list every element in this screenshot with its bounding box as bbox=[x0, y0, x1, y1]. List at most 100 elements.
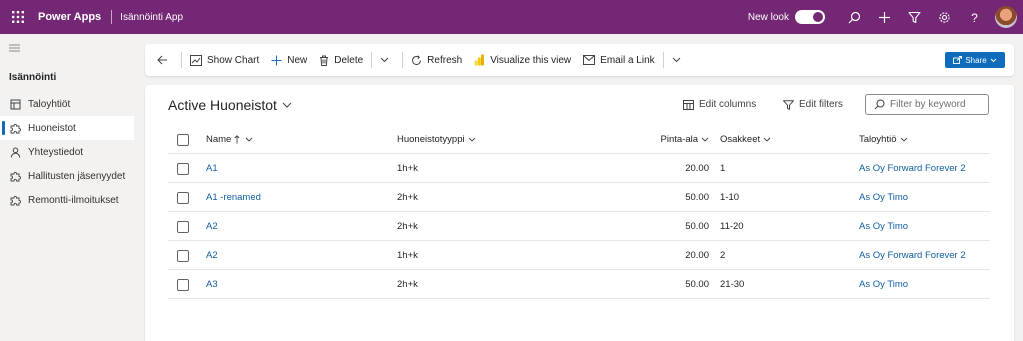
sort-ascending-icon bbox=[234, 135, 240, 144]
table-row[interactable]: A2 1h+k 20.00 2 As Oy Forward Forever 2 bbox=[168, 241, 990, 270]
cell-pinta-ala: 20.00 bbox=[685, 163, 709, 174]
view-selector[interactable]: Active Huoneistot bbox=[168, 97, 292, 113]
delete-more-dropdown[interactable] bbox=[374, 44, 400, 76]
cell-huoneistotyyppi: 1h+k bbox=[397, 163, 418, 174]
share-icon bbox=[953, 56, 963, 64]
search-button[interactable] bbox=[839, 0, 869, 34]
sidebar-item-remontti-ilmoitukset[interactable]: Remontti-ilmoitukset bbox=[0, 188, 134, 212]
show-chart-button[interactable]: Show Chart bbox=[184, 44, 265, 76]
record-name-link[interactable]: A2 bbox=[206, 241, 218, 270]
refresh-button[interactable]: Refresh bbox=[405, 44, 468, 76]
command-bar: Show Chart New Delete Refresh Visualize … bbox=[145, 44, 1014, 76]
sidebar-item-taloyhtiot[interactable]: Taloyhtiöt bbox=[0, 92, 134, 116]
row-checkbox[interactable] bbox=[177, 241, 189, 270]
puzzle-icon bbox=[9, 170, 21, 182]
power-bi-icon bbox=[474, 54, 485, 66]
view-title: Active Huoneistot bbox=[168, 97, 277, 113]
product-name[interactable]: Power Apps bbox=[38, 11, 101, 23]
table-row[interactable]: A1 -renamed 2h+k 50.00 1-10 As Oy Timo bbox=[168, 183, 990, 212]
column-header-name[interactable]: Name bbox=[206, 125, 253, 154]
add-button[interactable] bbox=[869, 0, 899, 34]
cell-pinta-ala: 50.00 bbox=[685, 221, 709, 232]
arrow-left-icon bbox=[157, 55, 167, 65]
delete-button[interactable]: Delete bbox=[313, 44, 369, 76]
sidebar-item-huoneistot[interactable]: Huoneistot bbox=[0, 116, 134, 140]
collapse-nav-button[interactable] bbox=[9, 44, 20, 55]
record-name-link[interactable]: A2 bbox=[206, 212, 218, 241]
share-button[interactable]: Share bbox=[945, 52, 1005, 68]
app-launcher-button[interactable] bbox=[4, 0, 32, 34]
more-commands-dropdown[interactable] bbox=[666, 44, 692, 76]
building-icon bbox=[9, 98, 21, 110]
column-header-pinta-ala[interactable]: Pinta-ala bbox=[657, 125, 709, 154]
person-icon bbox=[9, 146, 21, 158]
puzzle-icon bbox=[9, 122, 21, 134]
row-checkbox[interactable] bbox=[177, 183, 189, 212]
taloyhtio-lookup-link[interactable]: As Oy Timo bbox=[859, 270, 908, 299]
filter-icon bbox=[907, 11, 921, 23]
back-button[interactable] bbox=[145, 44, 179, 76]
column-header-osakkeet[interactable]: Osakkeet bbox=[720, 125, 771, 154]
new-button[interactable]: New bbox=[265, 44, 313, 76]
filter-button[interactable] bbox=[899, 0, 929, 34]
visualize-view-button[interactable]: Visualize this view bbox=[468, 44, 577, 76]
record-name-link[interactable]: A1 bbox=[206, 154, 218, 183]
row-checkbox[interactable] bbox=[177, 270, 189, 299]
taloyhtio-lookup-link[interactable]: As Oy Forward Forever 2 bbox=[859, 154, 966, 183]
hamburger-icon bbox=[9, 44, 20, 52]
user-avatar[interactable] bbox=[995, 6, 1017, 28]
waffle-icon bbox=[12, 11, 24, 23]
sidebar-item-label: Remontti-ilmoitukset bbox=[28, 194, 119, 206]
row-checkbox[interactable] bbox=[177, 154, 189, 183]
command-divider bbox=[402, 52, 404, 68]
row-checkbox[interactable] bbox=[177, 212, 189, 241]
filter-by-keyword-input[interactable]: Filter by keyword bbox=[865, 94, 989, 115]
plus-icon bbox=[271, 55, 282, 65]
sidebar-item-hallitusten-jasenyydet[interactable]: Hallitusten jäsenyydet bbox=[0, 164, 134, 188]
sidebar-item-label: Huoneistot bbox=[28, 122, 76, 134]
new-look-toggle[interactable] bbox=[795, 10, 825, 24]
record-name-link[interactable]: A3 bbox=[206, 270, 218, 299]
help-button[interactable]: ? bbox=[959, 0, 989, 34]
taloyhtio-lookup-link[interactable]: As Oy Timo bbox=[859, 212, 908, 241]
record-name-link[interactable]: A1 -renamed bbox=[206, 183, 261, 212]
cell-osakkeet: 11-20 bbox=[720, 221, 744, 232]
table-row[interactable]: A3 2h+k 50.00 21-30 As Oy Timo bbox=[168, 270, 990, 299]
cell-osakkeet: 21-30 bbox=[720, 279, 745, 290]
checkbox-box bbox=[177, 191, 189, 204]
column-header-huoneistotyyppi[interactable]: Huoneistotyyppi bbox=[397, 125, 476, 154]
table-row[interactable]: A1 1h+k 20.00 1 As Oy Forward Forever 2 bbox=[168, 154, 990, 183]
settings-button[interactable] bbox=[929, 0, 959, 34]
email-link-button[interactable]: Email a Link bbox=[577, 44, 660, 76]
show-chart-label: Show Chart bbox=[207, 54, 260, 66]
edit-filters-button[interactable]: Edit filters bbox=[783, 99, 843, 110]
chevron-down-icon bbox=[468, 137, 475, 142]
sidebar-item-label: Hallitusten jäsenyydet bbox=[28, 170, 126, 182]
grid-header-row: Name Huoneistotyyppi Pinta-ala Osakkeet … bbox=[168, 125, 990, 154]
column-header-label: Osakkeet bbox=[720, 134, 761, 145]
table-row[interactable]: A2 2h+k 50.00 11-20 As Oy Timo bbox=[168, 212, 990, 241]
sitemap-sidebar: Isännöinti Taloyhtiöt Huoneistot Yhteyst… bbox=[0, 34, 134, 341]
column-header-taloyhtio[interactable]: Taloyhtiö bbox=[859, 125, 908, 154]
records-grid: Name Huoneistotyyppi Pinta-ala Osakkeet … bbox=[168, 125, 990, 299]
edit-filters-label: Edit filters bbox=[799, 99, 843, 110]
taloyhtio-lookup-link[interactable]: As Oy Forward Forever 2 bbox=[859, 241, 966, 270]
cell-huoneistotyyppi: 2h+k bbox=[397, 279, 418, 290]
app-title[interactable]: Isännöinti App bbox=[120, 12, 183, 23]
chevron-down-icon bbox=[380, 57, 389, 63]
chevron-down-icon bbox=[672, 57, 680, 63]
checkbox-box bbox=[177, 162, 189, 175]
app-header: Power Apps Isännöinti App New look ? bbox=[0, 0, 1023, 34]
edit-columns-button[interactable]: Edit columns bbox=[683, 99, 756, 110]
chart-icon bbox=[190, 54, 202, 66]
email-icon bbox=[583, 55, 596, 65]
edit-columns-label: Edit columns bbox=[699, 99, 757, 110]
visualize-label: Visualize this view bbox=[490, 54, 572, 66]
taloyhtio-lookup-link[interactable]: As Oy Timo bbox=[859, 183, 908, 212]
select-all-checkbox[interactable] bbox=[177, 125, 189, 154]
refresh-label: Refresh bbox=[427, 54, 463, 66]
chevron-down-icon bbox=[763, 137, 771, 142]
sidebar-item-yhteystiedot[interactable]: Yhteystiedot bbox=[0, 140, 134, 164]
refresh-icon bbox=[412, 54, 422, 65]
new-label: New bbox=[287, 54, 308, 66]
